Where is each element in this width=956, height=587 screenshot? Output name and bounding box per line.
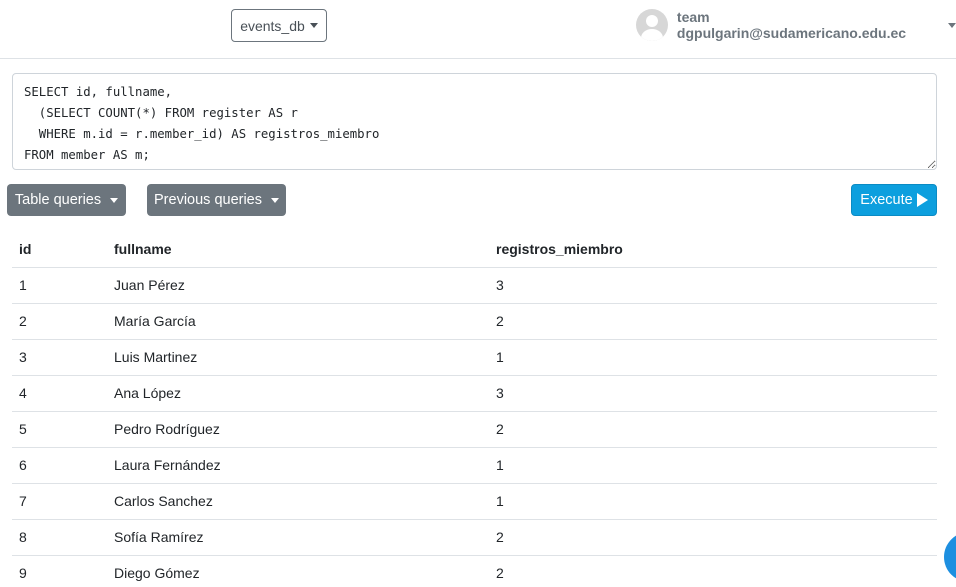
cell-id: 2 bbox=[12, 303, 107, 340]
cell-registros: 3 bbox=[489, 375, 937, 412]
avatar bbox=[636, 9, 668, 41]
cell-fullname: Sofía Ramírez bbox=[107, 519, 489, 556]
floating-action-button[interactable] bbox=[944, 532, 956, 582]
cell-id: 6 bbox=[12, 447, 107, 484]
cell-fullname: Diego Gómez bbox=[107, 555, 489, 587]
table-row: 6 Laura Fernández 1 bbox=[12, 447, 937, 484]
table-row: 1 Juan Pérez 3 bbox=[12, 267, 937, 304]
previous-queries-label: Previous queries bbox=[154, 192, 262, 208]
table-row: 9 Diego Gómez 2 bbox=[12, 555, 937, 587]
chevron-down-icon bbox=[948, 22, 956, 28]
cell-fullname: Laura Fernández bbox=[107, 447, 489, 484]
cell-fullname: Juan Pérez bbox=[107, 267, 489, 304]
cell-id: 7 bbox=[12, 483, 107, 520]
cell-id: 9 bbox=[12, 555, 107, 587]
play-icon bbox=[916, 193, 928, 207]
cell-fullname: Luis Martinez bbox=[107, 339, 489, 376]
cell-id: 1 bbox=[12, 267, 107, 304]
cell-id: 8 bbox=[12, 519, 107, 556]
cell-id: 5 bbox=[12, 411, 107, 448]
table-row: 7 Carlos Sanchez 1 bbox=[12, 483, 937, 520]
previous-queries-button[interactable]: Previous queries bbox=[147, 184, 286, 216]
cell-id: 3 bbox=[12, 339, 107, 376]
cell-registros: 3 bbox=[489, 267, 937, 304]
table-row: 3 Luis Martinez 1 bbox=[12, 339, 937, 376]
cell-registros: 1 bbox=[489, 339, 937, 376]
column-header-fullname: fullname bbox=[107, 231, 489, 268]
cell-fullname: Ana López bbox=[107, 375, 489, 412]
table-row: 8 Sofía Ramírez 2 bbox=[12, 519, 937, 556]
cell-id: 4 bbox=[12, 375, 107, 412]
chevron-down-icon bbox=[271, 197, 279, 203]
table-row: 5 Pedro Rodríguez 2 bbox=[12, 411, 937, 448]
database-select-label: events_db bbox=[240, 17, 305, 34]
cell-registros: 2 bbox=[489, 519, 937, 556]
table-header-row: id fullname registros_miembro bbox=[12, 231, 937, 268]
cell-fullname: María García bbox=[107, 303, 489, 340]
chevron-down-icon bbox=[309, 23, 318, 28]
column-header-registros-miembro: registros_miembro bbox=[489, 231, 937, 268]
user-label: team dgpulgarin@sudamericano.edu.ec bbox=[676, 9, 907, 41]
table-row: 4 Ana López 3 bbox=[12, 375, 937, 412]
cell-registros: 2 bbox=[489, 555, 937, 587]
cell-registros: 1 bbox=[489, 483, 937, 520]
chevron-down-icon bbox=[110, 197, 119, 203]
cell-registros: 2 bbox=[489, 303, 937, 340]
cell-fullname: Pedro Rodríguez bbox=[107, 411, 489, 448]
table-queries-button[interactable]: Table queries bbox=[7, 184, 126, 216]
user-menu[interactable]: team dgpulgarin@sudamericano.edu.ec bbox=[636, 9, 956, 41]
database-select[interactable]: events_db bbox=[231, 9, 327, 42]
table-queries-label: Table queries bbox=[14, 192, 102, 208]
results-table: id fullname registros_miembro 1 Juan Pér… bbox=[12, 231, 937, 587]
cell-registros: 2 bbox=[489, 411, 937, 448]
cell-registros: 1 bbox=[489, 447, 937, 484]
execute-button[interactable]: Execute bbox=[851, 184, 937, 216]
top-navbar: events_db team dgpulgarin@sudamericano.e… bbox=[0, 0, 956, 59]
column-header-id: id bbox=[12, 231, 107, 268]
table-row: 2 María García 2 bbox=[12, 303, 937, 340]
execute-label: Execute bbox=[860, 192, 913, 208]
sql-query-editor[interactable]: SELECT id, fullname, (SELECT COUNT(*) FR… bbox=[12, 73, 937, 170]
cell-fullname: Carlos Sanchez bbox=[107, 483, 489, 520]
